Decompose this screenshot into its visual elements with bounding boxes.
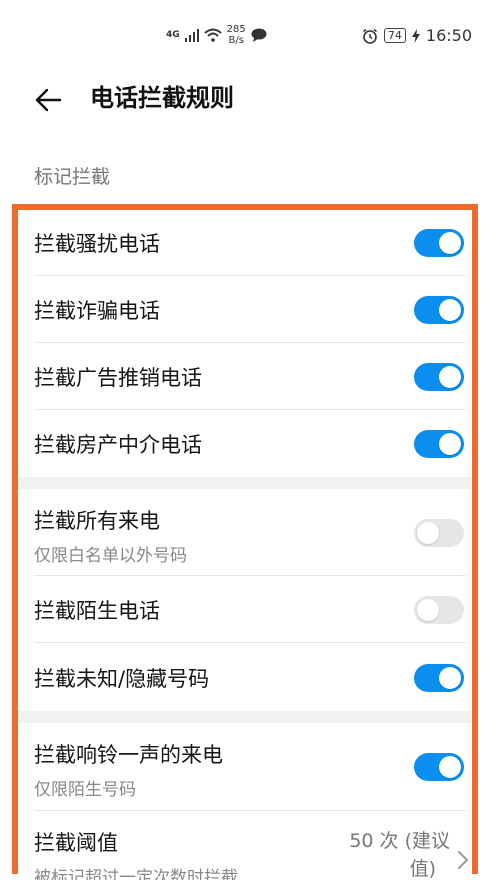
- wifi-icon: [203, 28, 222, 42]
- setting-row-fraud[interactable]: 拦截诈骗电话: [18, 276, 472, 343]
- setting-row-all-calls[interactable]: 拦截所有来电 仅限白名单以外号码: [18, 489, 472, 576]
- toggle-knob: [439, 366, 461, 388]
- setting-title: 拦截所有来电: [34, 509, 160, 533]
- setting-title: 拦截未知/隐藏号码: [34, 667, 210, 691]
- setting-row-advertising[interactable]: 拦截广告推销电话: [18, 343, 472, 410]
- section-gap: [18, 477, 472, 489]
- setting-title: 拦截房产中介电话: [34, 433, 202, 457]
- chevron-right-icon: [458, 851, 468, 869]
- status-bar: 4G 285 B/s 74 16:50: [0, 0, 500, 70]
- setting-row-unknown[interactable]: 拦截未知/隐藏号码: [18, 643, 472, 711]
- battery-indicator: 74: [383, 28, 406, 43]
- section-label: 标记拦截: [34, 166, 111, 188]
- strangers-toggle[interactable]: [414, 596, 464, 624]
- setting-title: 拦截阈值: [34, 831, 118, 855]
- setting-row-strangers[interactable]: 拦截陌生电话: [18, 576, 472, 643]
- setting-title: 拦截响铃一声的来电: [34, 743, 223, 767]
- fraud-toggle[interactable]: [414, 296, 464, 324]
- charging-icon: [411, 28, 420, 43]
- speed-value: 285: [226, 24, 246, 35]
- toggle-knob: [439, 756, 461, 778]
- setting-row-one-ring[interactable]: 拦截响铃一声的来电 仅限陌生号码: [18, 723, 472, 811]
- setting-row-harassment[interactable]: 拦截骚扰电话: [18, 210, 472, 276]
- harassment-toggle[interactable]: [414, 229, 464, 257]
- status-right: 74 16:50: [362, 26, 472, 45]
- toggle-knob: [439, 433, 461, 455]
- speed-unit: B/s: [228, 35, 244, 46]
- threshold-value: 50 次 (建议 值): [349, 827, 450, 880]
- alarm-icon: [362, 28, 377, 44]
- toggle-knob: [417, 522, 439, 544]
- status-center: 4G 285 B/s: [166, 24, 267, 46]
- setting-title: 拦截广告推销电话: [34, 366, 202, 390]
- back-button[interactable]: [32, 82, 68, 118]
- setting-title: 拦截诈骗电话: [34, 299, 160, 323]
- clock-time: 16:50: [425, 26, 472, 45]
- real-estate-toggle[interactable]: [414, 430, 464, 458]
- one-ring-toggle[interactable]: [414, 753, 464, 781]
- setting-row-real-estate[interactable]: 拦截房产中介电话: [18, 410, 472, 477]
- threshold-value-line2: 值): [409, 858, 436, 880]
- blocking-settings-panel: 拦截骚扰电话 拦截诈骗电话 拦截广告推销电话 拦截房产中介电话 拦截所有来电 仅…: [12, 204, 478, 880]
- advertising-toggle[interactable]: [414, 363, 464, 391]
- setting-subtitle: 仅限陌生号码: [34, 780, 136, 800]
- setting-subtitle: 仅限白名单以外号码: [34, 546, 187, 566]
- message-icon: [251, 28, 267, 42]
- setting-title: 拦截骚扰电话: [34, 232, 160, 256]
- all-calls-toggle[interactable]: [414, 519, 464, 547]
- app-bar: 电话拦截规则: [0, 70, 500, 130]
- back-arrow-icon: [35, 88, 62, 112]
- setting-row-threshold[interactable]: 拦截阈值 被标记超过一定次数时拦截 50 次 (建议 值): [18, 811, 472, 880]
- unknown-toggle[interactable]: [414, 664, 464, 692]
- toggle-knob: [417, 599, 439, 621]
- setting-title: 拦截陌生电话: [34, 599, 160, 623]
- section-gap: [18, 711, 472, 723]
- network-type: 4G: [166, 30, 180, 40]
- threshold-value-line1: 50 次 (建议: [349, 830, 450, 852]
- toggle-knob: [439, 299, 461, 321]
- signal-icon: [184, 29, 199, 42]
- network-speed: 285 B/s: [227, 24, 246, 46]
- toggle-knob: [439, 232, 461, 254]
- page-title: 电话拦截规则: [90, 84, 234, 112]
- toggle-knob: [439, 667, 461, 689]
